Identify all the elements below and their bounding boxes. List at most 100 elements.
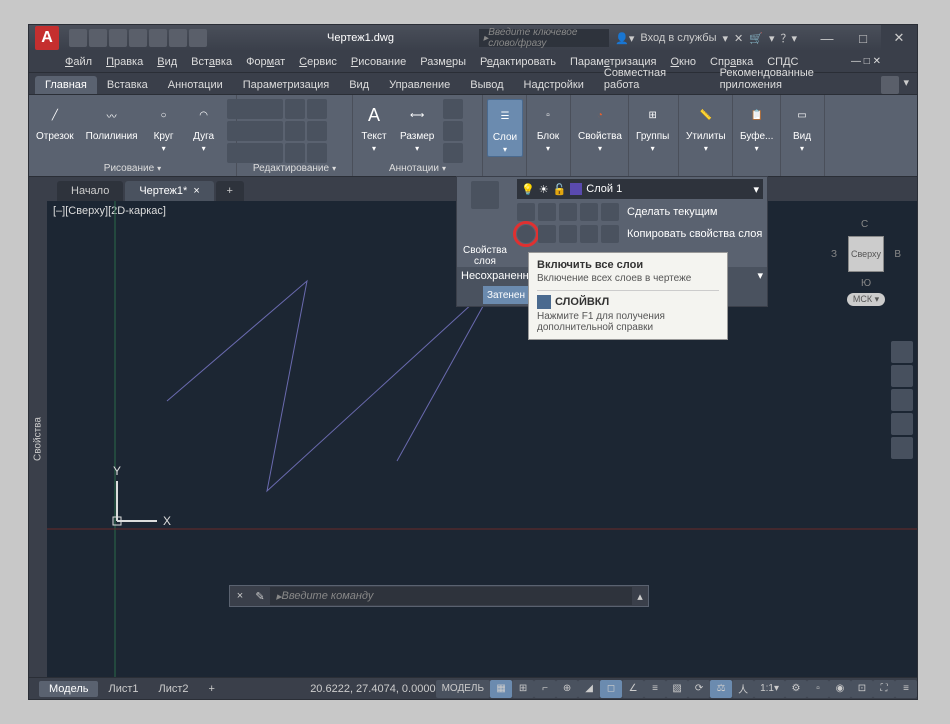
layer-thaw-icon[interactable] [538, 225, 556, 243]
view-button[interactable]: ▭Вид▾ [785, 99, 819, 155]
layer-freeze-icon[interactable] [538, 203, 556, 221]
cmdline-history-icon[interactable]: ▴ [632, 590, 648, 603]
layer-combo[interactable]: 💡 ☀ 🔓 Слой 1 ▾ [517, 179, 763, 199]
polar-toggle-icon[interactable]: ⊕ [556, 680, 578, 698]
layer-off-icon[interactable] [517, 203, 535, 221]
command-input[interactable]: ▸ Введите команду [270, 587, 632, 605]
annot-icon[interactable] [443, 121, 463, 141]
menu-insert[interactable]: Вставка [185, 54, 238, 70]
modify-icon[interactable] [285, 143, 305, 163]
cmdline-options-icon[interactable]: ✎ [250, 590, 270, 603]
cleanscreen-icon[interactable]: ⛶ [873, 680, 895, 698]
search-input[interactable]: ▸ Введите ключевое слово/фразу [479, 29, 609, 47]
help-icon[interactable]: ？▾ [780, 30, 797, 46]
ribbon-tab-manage[interactable]: Управление [379, 76, 460, 94]
modify-icon[interactable] [285, 121, 305, 141]
arc-button[interactable]: ◠Дуга▾ [187, 99, 221, 155]
qat-saveas-icon[interactable] [129, 29, 147, 47]
nav-orbit-icon[interactable] [891, 413, 913, 435]
cmdline-close-icon[interactable]: × [230, 590, 250, 602]
menu-draw[interactable]: Рисование [345, 54, 412, 70]
nav-pan-icon[interactable] [891, 365, 913, 387]
ribbon-extra-icon[interactable] [881, 76, 899, 94]
copy-props-label[interactable]: Копировать свойства слоя [627, 228, 762, 240]
ortho-toggle-icon[interactable]: ⌐ [534, 680, 556, 698]
ribbon-tab-annotate[interactable]: Аннотации [158, 76, 233, 94]
ribbon-tab-view[interactable]: Вид [339, 76, 379, 94]
add-layout-button[interactable]: + [199, 681, 225, 697]
hwaccel-icon[interactable]: ⊡ [851, 680, 873, 698]
make-current-label[interactable]: Сделать текущим [627, 206, 717, 218]
tab-close-icon[interactable]: × [193, 185, 199, 197]
modify-icon[interactable] [285, 99, 305, 119]
modify-icon[interactable] [241, 121, 261, 141]
modify-icon[interactable] [241, 143, 261, 163]
viewcube[interactable]: С Ю З В Сверху МСК ▾ [831, 219, 901, 319]
qat-redo-icon[interactable] [189, 29, 207, 47]
layer-state-icon[interactable] [461, 286, 479, 304]
circle-button[interactable]: ○Круг▾ [147, 99, 181, 155]
transparency-icon[interactable]: ▧ [666, 680, 688, 698]
nav-zoom-icon[interactable] [891, 389, 913, 411]
gear-icon[interactable]: ⚙ [785, 680, 807, 698]
exchange-icon[interactable]: ✕ [734, 32, 743, 45]
command-line[interactable]: × ✎ ▸ Введите команду ▴ [229, 585, 649, 607]
customize-icon[interactable]: ≡ [895, 680, 917, 698]
qat-save-icon[interactable] [109, 29, 127, 47]
layer-on-all-icon[interactable] [517, 225, 535, 243]
otrack-icon[interactable]: ∠ [622, 680, 644, 698]
osnap-toggle-icon[interactable]: ◻ [600, 680, 622, 698]
cycling-icon[interactable]: ⟳ [688, 680, 710, 698]
menu-view[interactable]: Вид [151, 54, 183, 70]
login-link[interactable]: Вход в службы [640, 32, 716, 44]
modify-icon[interactable] [263, 143, 283, 163]
app-menu-button[interactable]: А [35, 26, 59, 50]
cart-icon[interactable]: 🛒 [749, 32, 763, 45]
text-button[interactable]: АТекст▾ [357, 99, 391, 155]
ribbon-tab-insert[interactable]: Вставка [97, 76, 158, 94]
menu-tools[interactable]: Сервис [293, 54, 343, 70]
modify-icon[interactable] [307, 99, 327, 119]
groups-button[interactable]: ⊞Группы▾ [633, 99, 672, 155]
menu-dimensions[interactable]: Размеры [414, 54, 472, 70]
line-button[interactable]: ╱Отрезок [33, 99, 77, 144]
properties-button[interactable]: ◔Свойства▾ [575, 99, 625, 155]
layer-unlock-icon[interactable] [559, 225, 577, 243]
viewcube-face[interactable]: Сверху [848, 236, 884, 272]
nav-showmotion-icon[interactable] [891, 437, 913, 459]
qat-plot-icon[interactable] [149, 29, 167, 47]
layout2-tab[interactable]: Лист2 [149, 681, 199, 697]
ribbon-tab-parametric[interactable]: Параметризация [233, 76, 339, 94]
grid-toggle-icon[interactable]: ▦ [490, 680, 512, 698]
ribbon-tab-output[interactable]: Вывод [460, 76, 513, 94]
layers-button[interactable]: ☰Слои▾ [487, 99, 523, 157]
annot-icon[interactable] [443, 143, 463, 163]
drawing-tab[interactable]: Чертеж1*× [125, 181, 213, 201]
snap-toggle-icon[interactable]: ⊞ [512, 680, 534, 698]
modify-icon[interactable] [241, 99, 261, 119]
polyline-button[interactable]: 〰Полилиния [83, 99, 141, 144]
new-tab-button[interactable]: + [216, 181, 244, 201]
minimize-button[interactable]: — [809, 25, 845, 51]
layer-unisolate-icon[interactable] [580, 225, 598, 243]
menu-modify[interactable]: Редактировать [474, 54, 562, 70]
qat-open-icon[interactable] [89, 29, 107, 47]
ribbon-tab-home[interactable]: Главная [35, 76, 97, 94]
block-button[interactable]: ▫Блок▾ [531, 99, 565, 155]
qat-new-icon[interactable] [69, 29, 87, 47]
model-tab[interactable]: Модель [39, 681, 98, 697]
start-tab[interactable]: Начало [57, 181, 123, 201]
space-toggle[interactable]: МОДЕЛЬ [436, 680, 490, 698]
maximize-button[interactable]: □ [845, 25, 881, 51]
modify-icon[interactable] [307, 143, 327, 163]
menu-format[interactable]: Формат [240, 54, 291, 70]
isodraft-icon[interactable]: ◢ [578, 680, 600, 698]
layer-lock-icon[interactable] [559, 203, 577, 221]
modify-icon[interactable] [263, 99, 283, 119]
menu-edit[interactable]: Правка [100, 54, 149, 70]
lineweight-icon[interactable]: ≡ [644, 680, 666, 698]
ribbon-tab-addins[interactable]: Надстройки [514, 76, 594, 94]
ribbon-tab-featured[interactable]: Рекомендованные приложения [710, 64, 882, 94]
dimension-button[interactable]: ⟷Размер▾ [397, 99, 437, 155]
menu-file[interactable]: Файл [59, 54, 98, 70]
